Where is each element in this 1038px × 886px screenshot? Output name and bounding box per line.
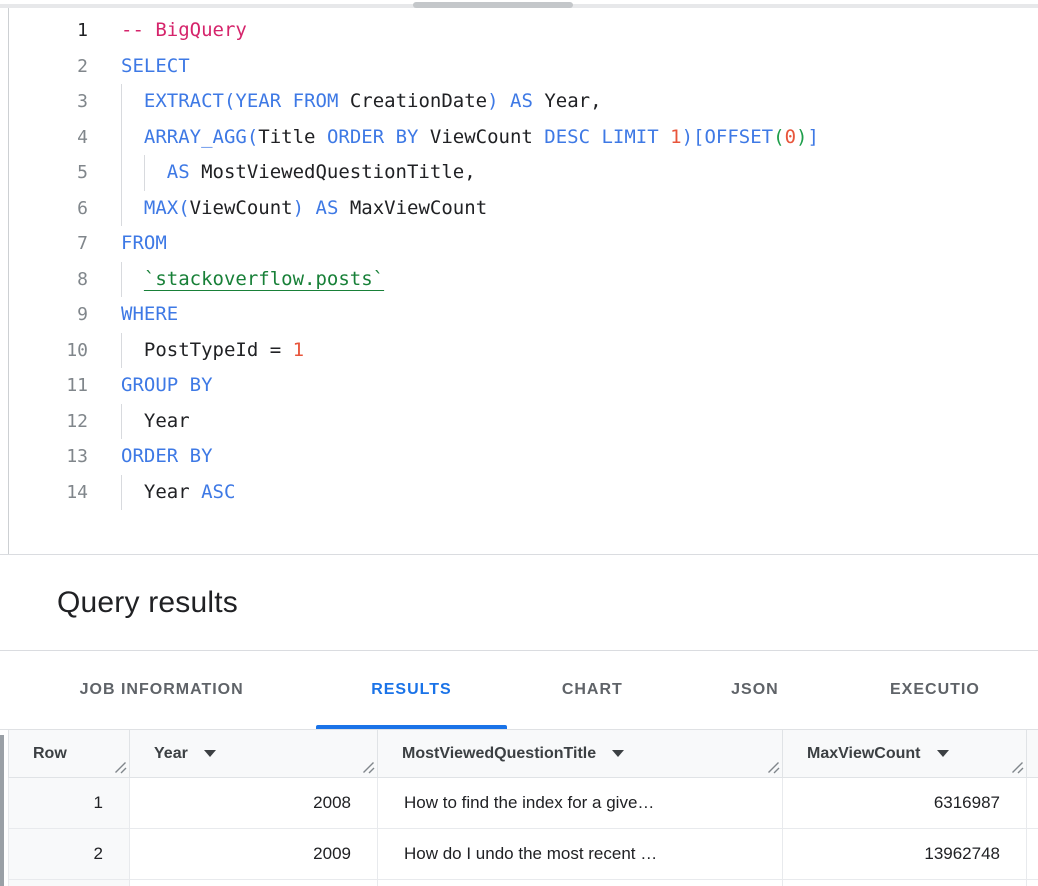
code-text: Year (121, 404, 190, 440)
code-text: -- BigQuery (121, 13, 247, 49)
row-filler (1027, 778, 1038, 829)
indent-guide (121, 333, 122, 369)
code-text: EXTRACT(YEAR FROM CreationDate) AS Year, (121, 84, 602, 120)
indent-guide (121, 262, 122, 298)
tab-executio[interactable]: EXECUTIO (832, 651, 1038, 729)
column-menu-icon[interactable] (612, 750, 624, 757)
column-label: Row (33, 745, 67, 763)
cell-mostviewedquestiontitle: How to find the index for a give… (378, 778, 783, 829)
results-vertical-scrollbar-thumb[interactable] (0, 735, 4, 886)
code-line[interactable]: 9 WHERE (0, 297, 1038, 333)
code-line[interactable]: 14 Year ASC (0, 475, 1038, 511)
column-resize-handle[interactable] (1011, 761, 1024, 774)
code-text: GROUP BY (121, 368, 213, 404)
tab-results[interactable]: RESULTS (316, 651, 506, 729)
results-tabs: JOB INFORMATIONRESULTSCHARTJSONEXECUTIO (0, 651, 1038, 729)
code-line[interactable]: 10 PostTypeId = 1 (0, 333, 1038, 369)
code-line[interactable]: 7 FROM (0, 226, 1038, 262)
line-number: 14 (0, 482, 88, 503)
indent-guide (121, 84, 122, 226)
code-line[interactable]: 4 ARRAY_AGG(Title ORDER BY ViewCount DES… (0, 120, 1038, 156)
line-number: 10 (0, 340, 88, 361)
bigquery-workspace: 1-- BigQuery2SELECT3 EXTRACT(YEAR FROM C… (0, 0, 1038, 886)
cell-partial (130, 880, 378, 886)
editor-left-border (8, 8, 9, 554)
horizontal-scrollbar (0, 0, 1038, 8)
line-number: 6 (0, 198, 88, 219)
sql-editor[interactable]: 1-- BigQuery2SELECT3 EXTRACT(YEAR FROM C… (0, 8, 1038, 554)
column-label: Year (154, 745, 188, 763)
code-text: ARRAY_AGG(Title ORDER BY ViewCount DESC … (121, 120, 819, 156)
code-line[interactable]: 6 MAX(ViewCount) AS MaxViewCount (0, 191, 1038, 227)
table-row: 22009How do I undo the most recent …1396… (8, 829, 1038, 880)
cell-row: 1 (8, 778, 130, 829)
line-number: 8 (0, 269, 88, 290)
code-text: SELECT (121, 49, 190, 85)
table-header-row: Row Year MostViewedQuestionTitle MaxViewCou… (8, 730, 1038, 778)
column-header-year[interactable]: Year (130, 730, 378, 778)
cell-partial (378, 880, 783, 886)
column-label: MostViewedQuestionTitle (402, 745, 596, 763)
code-line[interactable]: 2 SELECT (0, 49, 1038, 85)
line-number: 11 (0, 375, 88, 396)
column-resize-handle[interactable] (114, 761, 127, 774)
column-menu-icon[interactable] (937, 750, 949, 757)
tab-job-information[interactable]: JOB INFORMATION (7, 651, 316, 729)
code-line[interactable]: 8 `stackoverflow.posts` (0, 262, 1038, 298)
column-resize-handle[interactable] (767, 761, 780, 774)
results-title: Query results (0, 586, 238, 620)
code-line[interactable]: 12 Year (0, 404, 1038, 440)
code-text: WHERE (121, 297, 178, 333)
line-number: 2 (0, 56, 88, 77)
column-resize-handle[interactable] (362, 761, 375, 774)
code-line[interactable]: 1 -- BigQuery (0, 13, 1038, 49)
cell-partial (783, 880, 1027, 886)
cell-maxviewcount: 6316987 (783, 778, 1027, 829)
column-header-row[interactable]: Row (8, 730, 130, 778)
code-text: AS MostViewedQuestionTitle, (121, 155, 476, 191)
code-text: ORDER BY (121, 439, 213, 475)
line-number: 12 (0, 411, 88, 432)
cell-year: 2009 (130, 829, 378, 880)
cell-partial (8, 880, 130, 886)
code-line[interactable]: 13 ORDER BY (0, 439, 1038, 475)
line-number: 5 (0, 162, 88, 183)
line-number: 13 (0, 446, 88, 467)
indent-guide (121, 404, 122, 440)
code-lines: 1-- BigQuery2SELECT3 EXTRACT(YEAR FROM C… (0, 13, 1038, 510)
cell-year: 2008 (130, 778, 378, 829)
tab-chart[interactable]: CHART (507, 651, 679, 729)
header-filler (1027, 730, 1038, 778)
column-header-maxviewcount[interactable]: MaxViewCount (783, 730, 1027, 778)
cell-maxviewcount: 13962748 (783, 829, 1027, 880)
code-text: FROM (121, 226, 167, 262)
line-number: 7 (0, 233, 88, 254)
table-row-partial (8, 880, 1038, 886)
table-row: 12008How to find the index for a give…63… (8, 778, 1038, 829)
cell-mostviewedquestiontitle: How do I undo the most recent … (378, 829, 783, 880)
code-text: `stackoverflow.posts` (121, 262, 384, 298)
column-header-mostviewedquestiontitle[interactable]: MostViewedQuestionTitle (378, 730, 783, 778)
indent-guide (121, 475, 122, 511)
code-text: Year ASC (121, 475, 235, 511)
tab-json[interactable]: JSON (678, 651, 832, 729)
indent-guide (144, 155, 145, 191)
code-line[interactable]: 5 AS MostViewedQuestionTitle, (0, 155, 1038, 191)
column-label: MaxViewCount (807, 745, 921, 763)
line-number: 9 (0, 304, 88, 325)
row-filler (1027, 829, 1038, 880)
code-line[interactable]: 3 EXTRACT(YEAR FROM CreationDate) AS Yea… (0, 84, 1038, 120)
line-number: 4 (0, 127, 88, 148)
line-number: 1 (0, 20, 88, 41)
code-line[interactable]: 11 GROUP BY (0, 368, 1038, 404)
column-menu-icon[interactable] (204, 750, 216, 757)
line-number: 3 (0, 91, 88, 112)
cell-row: 2 (8, 829, 130, 880)
code-text: PostTypeId = 1 (121, 333, 304, 369)
results-table: Row Year MostViewedQuestionTitle MaxViewCou… (0, 730, 1038, 886)
results-table-grid: Row Year MostViewedQuestionTitle MaxViewCou… (0, 730, 1038, 886)
query-results-header: Query results (0, 555, 1038, 650)
code-text: MAX(ViewCount) AS MaxViewCount (121, 191, 487, 227)
